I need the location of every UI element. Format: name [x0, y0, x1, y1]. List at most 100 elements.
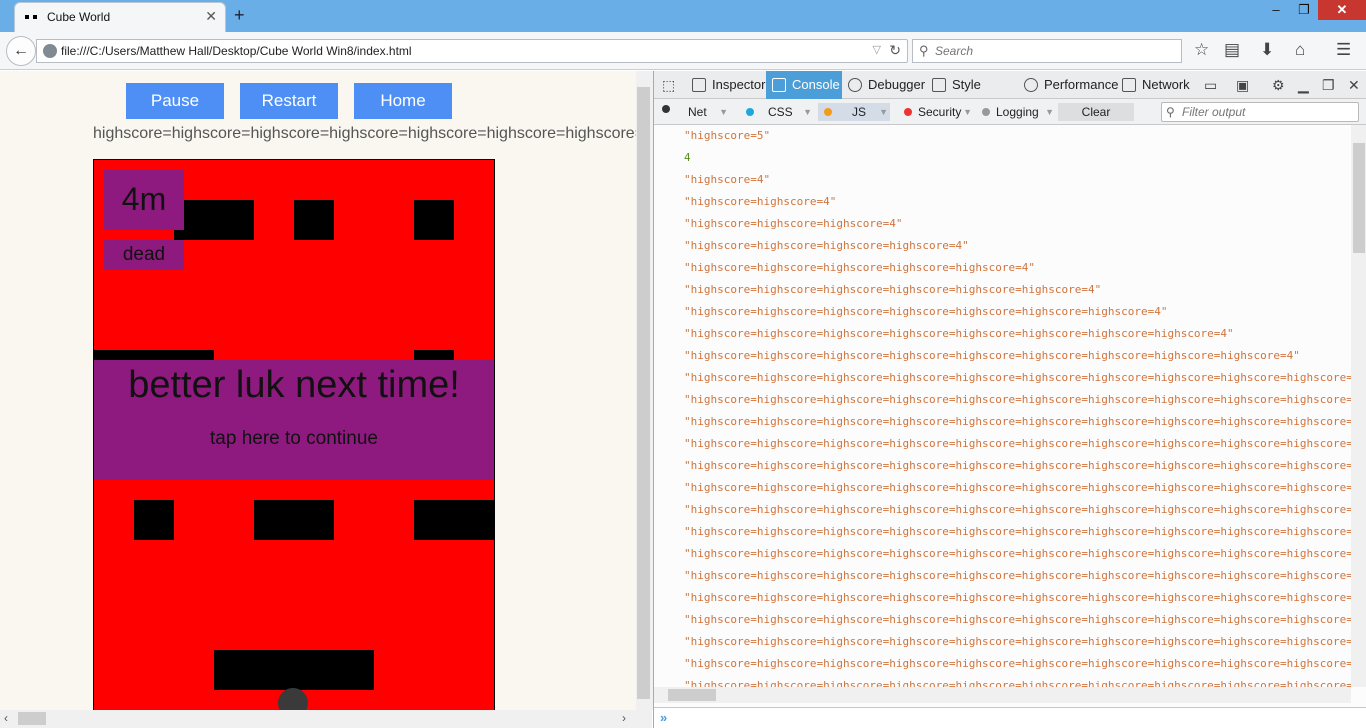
reading-list-icon[interactable]: ▤ [1224, 40, 1240, 60]
status-label: dead [104, 240, 184, 270]
scroll-left-icon[interactable]: ‹ [4, 711, 8, 725]
page-horizontal-scrollbar[interactable]: ‹ › [0, 710, 652, 728]
tab-console[interactable]: Console [766, 71, 842, 99]
dropdown-arrow-icon: ▼ [963, 107, 972, 117]
console-line: "highscore=highscore=highscore=highscore… [684, 481, 1351, 494]
globe-icon [43, 44, 57, 58]
settings-gear-icon[interactable]: ⚙ [1272, 77, 1285, 94]
obstacle-block [414, 200, 454, 240]
restore-icon[interactable]: ❐ [1290, 0, 1318, 20]
menu-icon[interactable]: ☰ [1336, 40, 1351, 60]
url-text: file:///C:/Users/Matthew Hall/Desktop/Cu… [61, 44, 412, 58]
console-line: "highscore=highscore=4" [684, 195, 837, 208]
filter-output-box[interactable]: ⚲ [1161, 102, 1359, 122]
new-tab-icon[interactable]: + [234, 5, 245, 26]
element-picker-icon[interactable]: ⬚ [662, 77, 675, 94]
back-button[interactable]: ← [6, 36, 36, 66]
console-line: "highscore=highscore=highscore=highscore… [684, 371, 1351, 384]
console-filterbar: Net ▼ CSS ▼ JS ▼ Security ▼ Logging ▼ Clear ⚲ [654, 99, 1366, 125]
dropdown-arrow-icon: ▼ [719, 107, 728, 117]
minimize-icon[interactable]: – [1262, 0, 1290, 20]
filter-label: JS [852, 105, 867, 119]
tab-label: Network [1142, 77, 1190, 92]
filter-js[interactable]: JS ▼ [818, 103, 890, 121]
console-line: "highscore=highscore=highscore=highscore… [684, 657, 1351, 670]
player-ball [278, 688, 308, 710]
tab-inspector[interactable]: Inspector [686, 71, 766, 99]
console-input[interactable]: » [654, 707, 1366, 728]
home-icon[interactable]: ⌂ [1295, 40, 1305, 60]
console-line: "highscore=highscore=highscore=highscore… [684, 459, 1351, 472]
reload-icon[interactable]: ↻ [889, 42, 901, 59]
close-devtools-icon[interactable]: ✕ [1348, 77, 1360, 94]
console-line: "highscore=highscore=highscore=4" [684, 217, 903, 230]
scrollbar-thumb[interactable] [668, 689, 716, 701]
browser-tab[interactable]: Cube World ✕ [14, 2, 226, 32]
split-console-icon[interactable]: ▭ [1204, 77, 1217, 94]
console-horizontal-scrollbar[interactable] [654, 687, 1351, 703]
dock-bottom-icon[interactable]: ▁ [1298, 77, 1309, 94]
logging-dot-icon [982, 108, 990, 116]
devtools-tabbar: ⬚ Inspector Console Debugger Style Edito… [654, 71, 1366, 120]
filter-css[interactable]: CSS ▼ [740, 103, 812, 121]
obstacle-block [214, 650, 374, 690]
filter-logging[interactable]: Logging ▼ [976, 103, 1054, 121]
game-over-overlay[interactable]: better luk next time! tap here to contin… [94, 360, 494, 480]
console-output: "highscore=5" 4 "highscore=4" "highscore=hi… [654, 125, 1351, 687]
tab-network[interactable]: Network [1116, 71, 1196, 99]
scrollbar-thumb[interactable] [1353, 143, 1365, 253]
scrollbar-thumb[interactable] [18, 712, 46, 725]
console-line: "highscore=highscore=highscore=highscore… [684, 261, 1035, 274]
console-vertical-scrollbar[interactable] [1351, 125, 1366, 687]
search-input[interactable] [935, 43, 1175, 59]
continue-prompt[interactable]: tap here to continue [94, 428, 494, 450]
obstacle-block [294, 200, 334, 240]
tab-label: Inspector [712, 77, 766, 92]
filter-net[interactable]: Net ▼ [668, 103, 728, 121]
tab-style-editor[interactable]: Style Editor [926, 71, 1018, 120]
console-line: "highscore=highscore=highscore=highscore… [684, 569, 1351, 582]
bookmark-star-icon[interactable]: ☆ [1194, 40, 1209, 60]
dock-window-icon[interactable]: ❐ [1322, 77, 1335, 94]
clear-button[interactable]: Clear [1058, 103, 1134, 121]
filter-security[interactable]: Security ▼ [898, 103, 972, 121]
console-line: "highscore=highscore=highscore=highscore… [684, 547, 1351, 560]
home-button[interactable]: Home [354, 83, 452, 119]
tab-debugger[interactable]: Debugger [842, 71, 926, 99]
filter-output-input[interactable] [1182, 105, 1352, 119]
tab-label: Debugger [868, 77, 926, 92]
pause-button[interactable]: Pause [126, 83, 224, 119]
console-line: 4 [684, 151, 691, 164]
responsive-mode-icon[interactable]: ▣ [1236, 77, 1249, 94]
devtools-panel: ⬚ Inspector Console Debugger Style Edito… [653, 71, 1366, 728]
console-line: "highscore=highscore=highscore=highscore… [684, 437, 1351, 450]
tab-performance[interactable]: Performance [1018, 71, 1118, 99]
console-line: "highscore=highscore=highscore=highscore… [684, 503, 1351, 516]
navigation-toolbar: ← file:///C:/Users/Matthew Hall/Desktop/… [0, 32, 1366, 70]
filter-label: CSS [768, 105, 793, 119]
search-box[interactable]: ⚲ [912, 39, 1182, 63]
page-vertical-scrollbar[interactable] [636, 71, 653, 710]
dropdown-arrow-icon: ▼ [803, 107, 812, 117]
restart-button[interactable]: Restart [240, 83, 338, 119]
console-line: "highscore=highscore=highscore=highscore… [684, 591, 1351, 604]
game-canvas[interactable]: 4m dead better luk next time! tap here t… [93, 159, 495, 710]
window-close-icon[interactable]: ✕ [1318, 0, 1366, 20]
url-bar[interactable]: file:///C:/Users/Matthew Hall/Desktop/Cu… [36, 39, 908, 63]
debugger-icon [848, 78, 862, 92]
url-dropdown-icon[interactable]: ▽ [873, 43, 881, 56]
dropdown-arrow-icon: ▼ [1045, 107, 1054, 117]
search-icon: ⚲ [1166, 105, 1175, 119]
distance-counter: 4m [104, 170, 184, 230]
prompt-chevron-icon: » [660, 710, 668, 725]
scrollbar-thumb[interactable] [637, 87, 650, 699]
console-line: "highscore=highscore=highscore=highscore… [684, 393, 1351, 406]
dropdown-arrow-icon: ▼ [879, 107, 888, 117]
tab-close-icon[interactable]: ✕ [205, 8, 217, 25]
console-line: "highscore=highscore=highscore=highscore… [684, 613, 1351, 626]
scroll-right-icon[interactable]: › [622, 711, 626, 725]
downloads-icon[interactable]: ⬇ [1260, 40, 1274, 60]
game-over-title: better luk next time! [128, 364, 460, 406]
console-line: "highscore=highscore=highscore=highscore… [684, 679, 1351, 687]
inspector-icon [692, 78, 706, 92]
